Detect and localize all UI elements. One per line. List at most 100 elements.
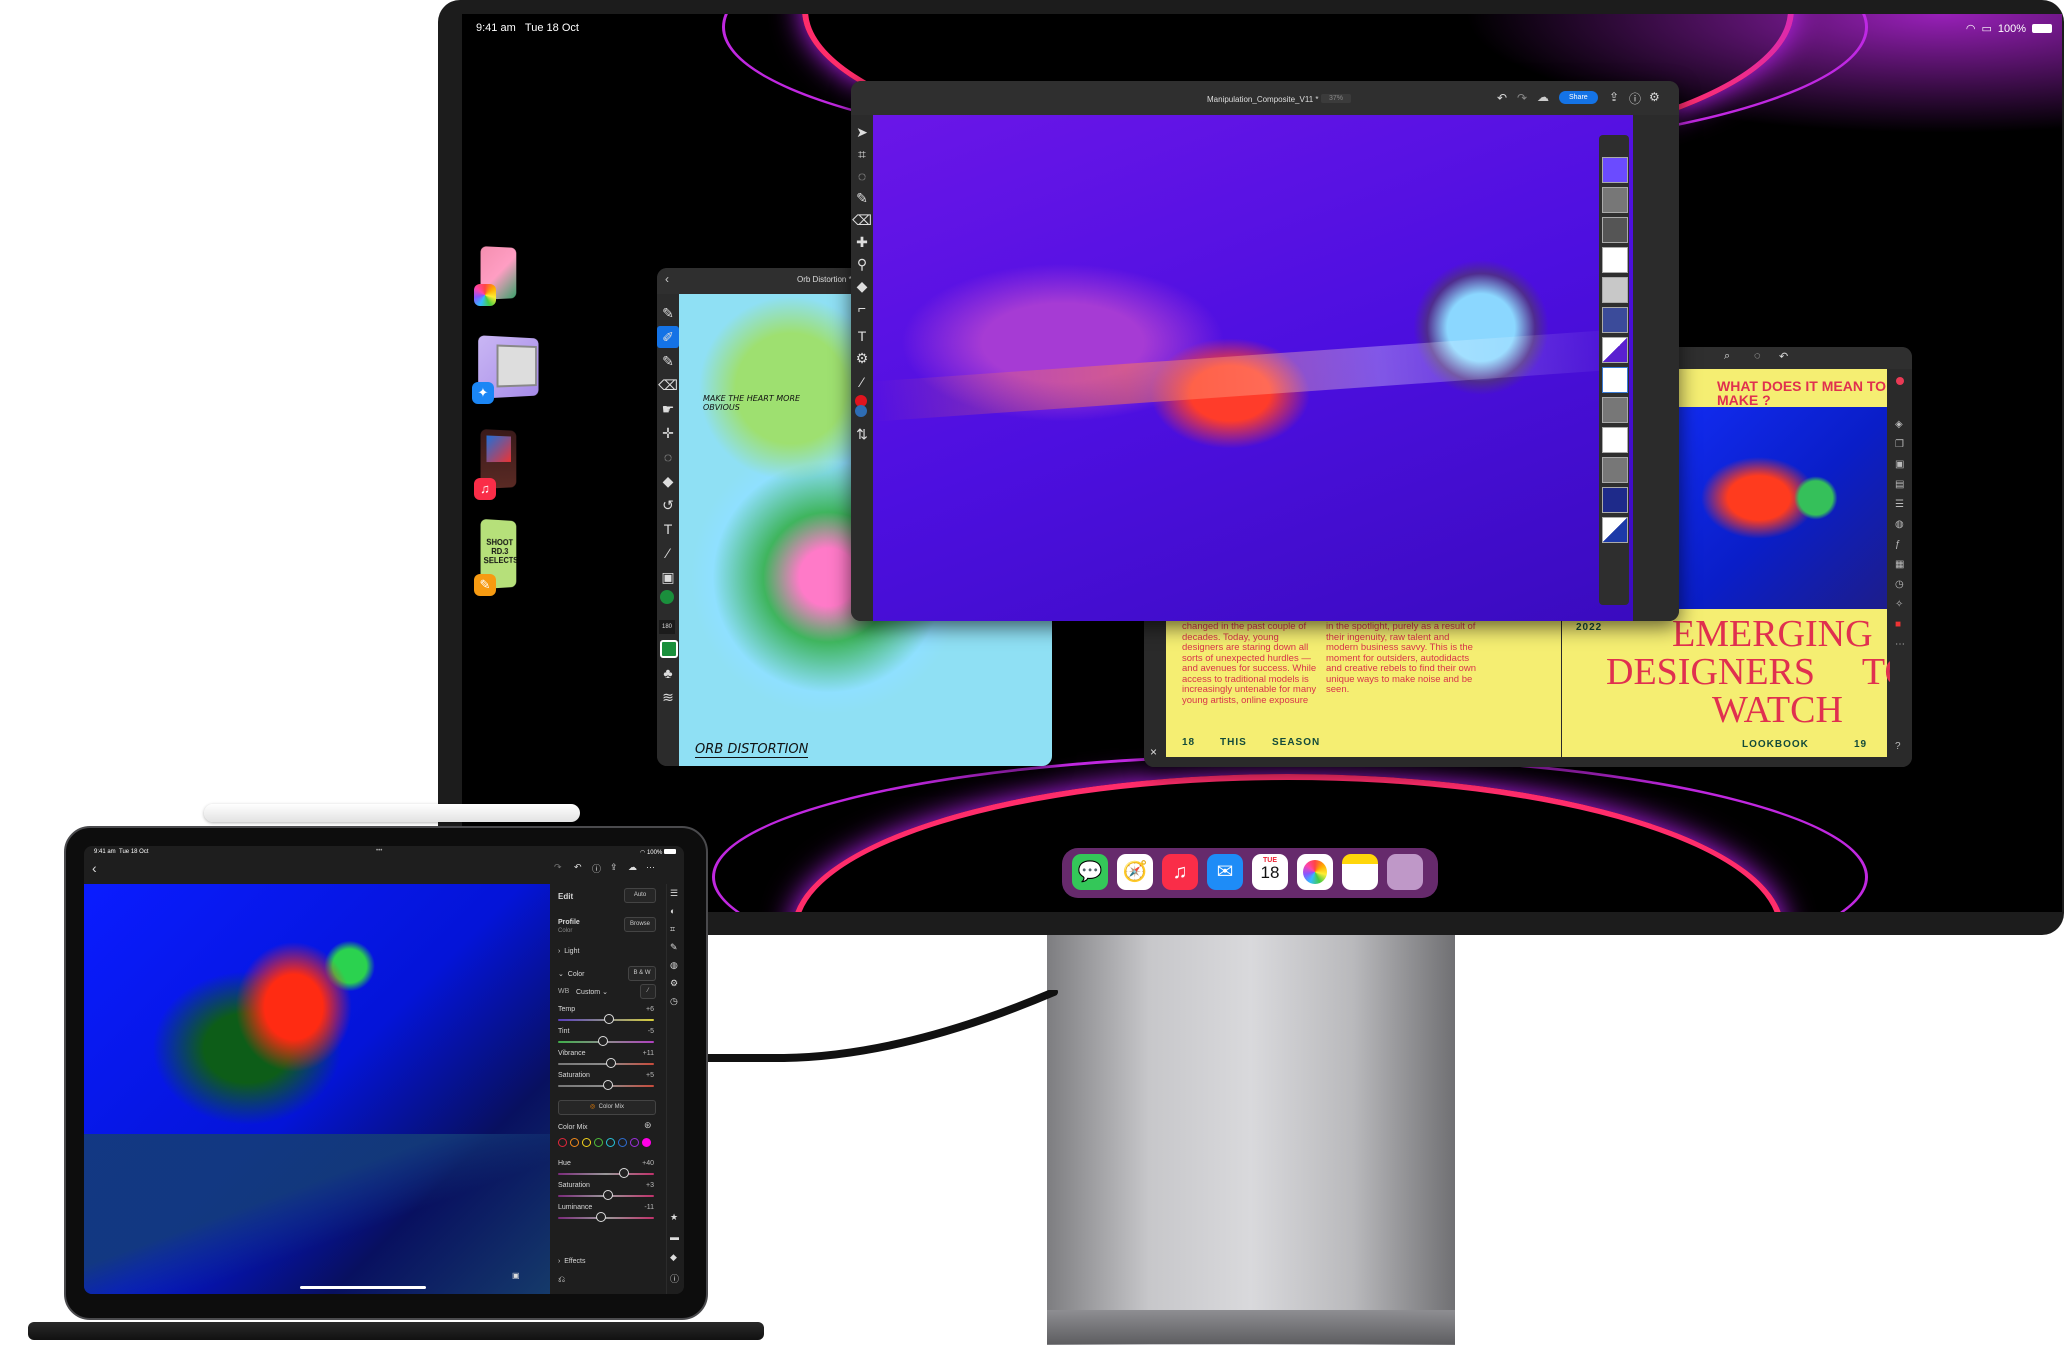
undo-icon[interactable]: ↶ — [574, 862, 582, 873]
wb-eyedropper-icon[interactable]: ⁄ — [640, 984, 656, 999]
layer-thumb[interactable] — [1602, 217, 1628, 243]
target-adjust-icon[interactable]: ⊛ — [644, 1120, 652, 1131]
document-name[interactable]: Manipulation_Composite_V11 * — [1207, 95, 1318, 104]
tag-icon[interactable]: ◆ — [670, 1252, 677, 1263]
messages-icon[interactable]: 💬 — [1072, 854, 1108, 890]
zoom-level[interactable]: 37% — [1321, 94, 1352, 103]
eyedropper-icon[interactable]: ⁄ — [657, 542, 679, 564]
lasso-tool-icon[interactable]: ◌ — [851, 165, 873, 187]
mix-slider-hue-knob[interactable] — [619, 1168, 630, 1178]
live-brush-icon[interactable]: ✐ — [657, 326, 679, 348]
background-color[interactable] — [855, 405, 867, 417]
pixel-brush-icon[interactable]: ✎ — [657, 302, 679, 324]
redo-icon[interactable]: ↷ — [1517, 91, 1527, 105]
color-mix-swatch[interactable] — [606, 1138, 615, 1147]
vector-brush-icon[interactable]: ✎ — [657, 350, 679, 372]
healing-icon[interactable]: ✎ — [670, 942, 678, 953]
color-mix-swatch[interactable] — [594, 1138, 603, 1147]
lasso-icon[interactable]: ◌ — [657, 446, 679, 468]
bw-button[interactable]: B & W — [628, 966, 656, 981]
history-icon[interactable]: ◷ — [670, 996, 678, 1007]
healing-tool-icon[interactable]: ✚ — [851, 231, 873, 253]
slider-tint-knob[interactable] — [598, 1036, 609, 1046]
more-icon[interactable]: ⋯ — [1895, 639, 1905, 650]
layer-thumb[interactable] — [1602, 277, 1628, 303]
masking-icon[interactable]: ◍ — [670, 960, 678, 971]
color-mix-swatch[interactable] — [630, 1138, 639, 1147]
image-icon[interactable]: ▣ — [657, 566, 679, 588]
mail-icon[interactable]: ✉ — [1207, 854, 1243, 890]
move-icon[interactable]: ✛ — [657, 422, 679, 444]
layer-thumb[interactable] — [1602, 247, 1628, 273]
compare-icon[interactable]: ▣ — [512, 1271, 520, 1280]
calendar-icon[interactable]: TUE 18 — [1252, 854, 1288, 890]
comment-icon[interactable]: ▬ — [670, 1232, 679, 1242]
history-icon[interactable]: ◷ — [1895, 579, 1904, 590]
layer-thumb[interactable] — [1602, 487, 1628, 513]
adjust-icon[interactable]: ≋ — [657, 686, 679, 708]
layer-thumb[interactable] — [1602, 157, 1628, 183]
star-rating-icon[interactable]: ★ — [670, 1212, 678, 1223]
move-tool-icon[interactable]: ➤ — [851, 121, 873, 143]
color-mix-button[interactable]: ◎ Color Mix — [558, 1100, 656, 1115]
back-chevron-icon[interactable]: ‹ — [665, 272, 669, 286]
eraser-tool-icon[interactable]: ⌫ — [851, 209, 873, 231]
lr-photo[interactable]: ▣ — [84, 884, 550, 1294]
safari-icon[interactable]: 🧭 — [1117, 854, 1153, 890]
brush-settings-icon[interactable]: ♣ — [657, 662, 679, 684]
properties-icon[interactable]: ☰ — [1895, 499, 1904, 510]
color-swatch[interactable] — [660, 590, 674, 604]
photos-icon[interactable] — [1297, 854, 1333, 890]
mix-slider-luminance-knob[interactable] — [596, 1212, 607, 1222]
color-mix-swatch[interactable] — [582, 1138, 591, 1147]
layer-thumb-adjustment[interactable] — [1602, 187, 1628, 213]
slider-vibrance-knob[interactable] — [605, 1058, 616, 1068]
info-icon[interactable]: ⓘ — [670, 1272, 679, 1285]
undo-tool-icon[interactable]: ↶ — [1779, 350, 1788, 363]
book-icon[interactable]: ■ — [1895, 619, 1901, 630]
grid-icon[interactable]: ▦ — [1895, 559, 1904, 570]
color-section[interactable]: ⌄ Color — [558, 970, 585, 978]
wb-dropdown[interactable]: Custom ⌄ — [576, 988, 608, 996]
edit-sliders-icon[interactable]: ☰ — [670, 888, 678, 899]
help-icon[interactable]: ⓘ — [1629, 90, 1641, 107]
back-chevron-icon[interactable]: ‹ — [92, 860, 97, 876]
align-icon[interactable]: ▤ — [1895, 479, 1904, 490]
undo-icon[interactable]: ↶ — [1497, 91, 1507, 105]
browse-button[interactable]: Browse — [624, 917, 656, 932]
brush-tool-icon[interactable]: ✎ — [851, 187, 873, 209]
share-button[interactable]: Share — [1559, 91, 1598, 104]
help-icon[interactable]: ⓘ — [592, 862, 601, 875]
eraser-icon[interactable]: ⌫ — [657, 374, 679, 396]
pages-panel-icon[interactable]: ❐ — [1895, 439, 1904, 450]
fx-icon[interactable]: ƒ — [1895, 539, 1901, 550]
settings-gear-icon[interactable]: ⚙ — [1649, 90, 1660, 104]
export-icon[interactable]: ⇪ — [1609, 90, 1619, 104]
app-folder-icon[interactable] — [1387, 854, 1423, 890]
music-icon[interactable]: ♫ — [1162, 854, 1198, 890]
auto-button[interactable]: Auto — [624, 888, 656, 903]
zoom-tool-icon[interactable]: ⌕ — [1724, 350, 1730, 363]
fill-icon[interactable]: ◆ — [657, 470, 679, 492]
text-frame-icon[interactable]: ▣ — [1895, 459, 1904, 470]
slider-saturation-knob[interactable] — [602, 1080, 613, 1090]
redo-icon[interactable]: ↷ — [554, 862, 562, 873]
layer-thumb-adjustment[interactable] — [1602, 457, 1628, 483]
layer-thumb[interactable] — [1602, 307, 1628, 333]
transform-tool-icon[interactable]: ⌗ — [851, 143, 873, 165]
current-color-chip[interactable] — [660, 640, 678, 658]
fill-tool-icon[interactable]: ◆ — [851, 275, 873, 297]
presets-icon[interactable]: ◐ — [670, 906, 675, 916]
liquify-icon[interactable]: ↺ — [657, 494, 679, 516]
color-mix-swatch[interactable] — [558, 1138, 567, 1147]
cloud-sync-icon[interactable]: ☁ — [628, 862, 637, 873]
dodge-tool-icon[interactable]: ⚲ — [851, 253, 873, 275]
more-icon[interactable]: ⋯ — [646, 862, 655, 873]
content-aware-icon[interactable]: ⚙ — [851, 347, 873, 369]
layer-thumb[interactable] — [1602, 427, 1628, 453]
layers-icon[interactable]: ◈ — [1895, 419, 1903, 430]
lasso-tool-icon[interactable]: ◌ — [1754, 350, 1761, 362]
reset-icon[interactable]: ⎌ — [558, 1274, 565, 1285]
mix-slider-luminance-track[interactable] — [558, 1217, 654, 1219]
close-icon[interactable]: × — [1150, 745, 1157, 759]
